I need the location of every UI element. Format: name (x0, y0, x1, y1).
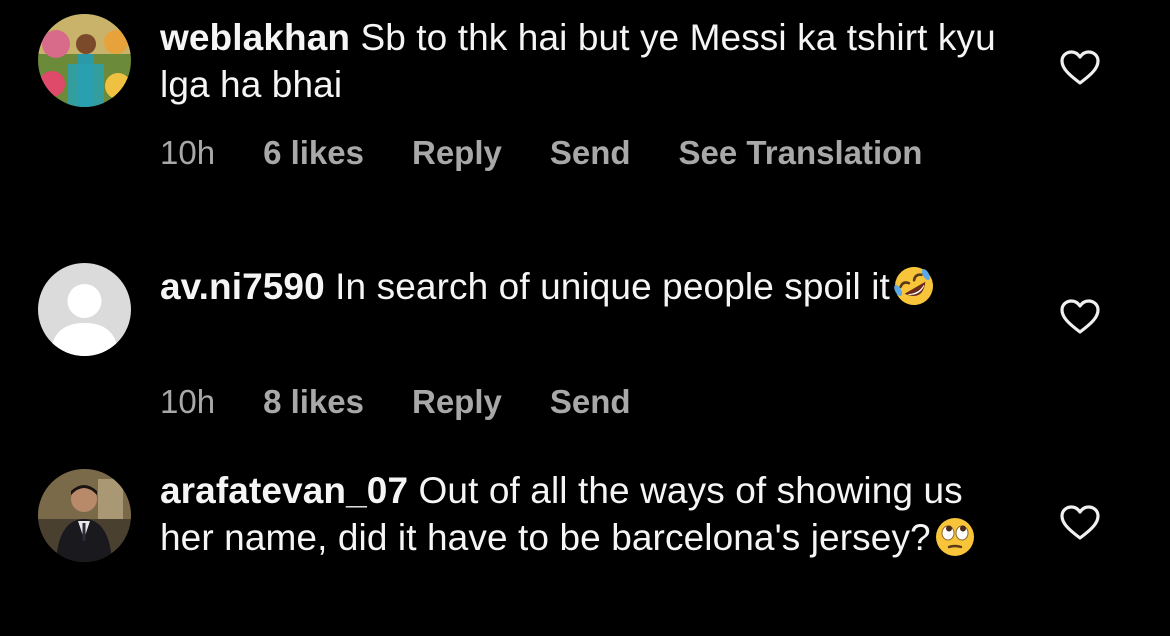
rolling-on-floor-laughing-emoji (894, 267, 933, 305)
comment-text: av.ni7590 In search of unique people spo… (160, 263, 1020, 310)
see-translation-button[interactable]: See Translation (679, 133, 923, 173)
heart-outline-icon[interactable] (1060, 505, 1100, 541)
heart-outline-icon[interactable] (1060, 299, 1100, 335)
comment-text: arafatevan_07 Out of all the ways of sho… (160, 467, 1020, 561)
comment-actions: 10h 6 likes Reply Send See Translation (160, 133, 970, 173)
heart-outline-icon[interactable] (1060, 50, 1100, 86)
comment-username[interactable]: av.ni7590 (160, 266, 325, 307)
avatar[interactable] (38, 263, 131, 356)
likes-count[interactable]: 8 likes (263, 382, 364, 422)
avatar[interactable] (38, 14, 131, 107)
send-button[interactable]: Send (550, 382, 631, 422)
comment-username[interactable]: arafatevan_07 (160, 470, 408, 511)
comment-body: In search of unique people spoil it (335, 266, 890, 307)
eye-roll-emoji (935, 518, 974, 556)
avatar[interactable] (38, 469, 131, 562)
comment-username[interactable]: weblakhan (160, 17, 350, 58)
likes-count[interactable]: 6 likes (263, 133, 364, 173)
reply-button[interactable]: Reply (412, 382, 502, 422)
comment-timestamp: 10h (160, 134, 216, 171)
send-button[interactable]: Send (550, 133, 631, 173)
reply-button[interactable]: Reply (412, 133, 502, 173)
comment-actions: 10h 8 likes Reply Send (160, 382, 679, 422)
comment-timestamp: 10h (160, 383, 216, 420)
comment-text: weblakhan Sb to thk hai but ye Messi ka … (160, 14, 1020, 108)
